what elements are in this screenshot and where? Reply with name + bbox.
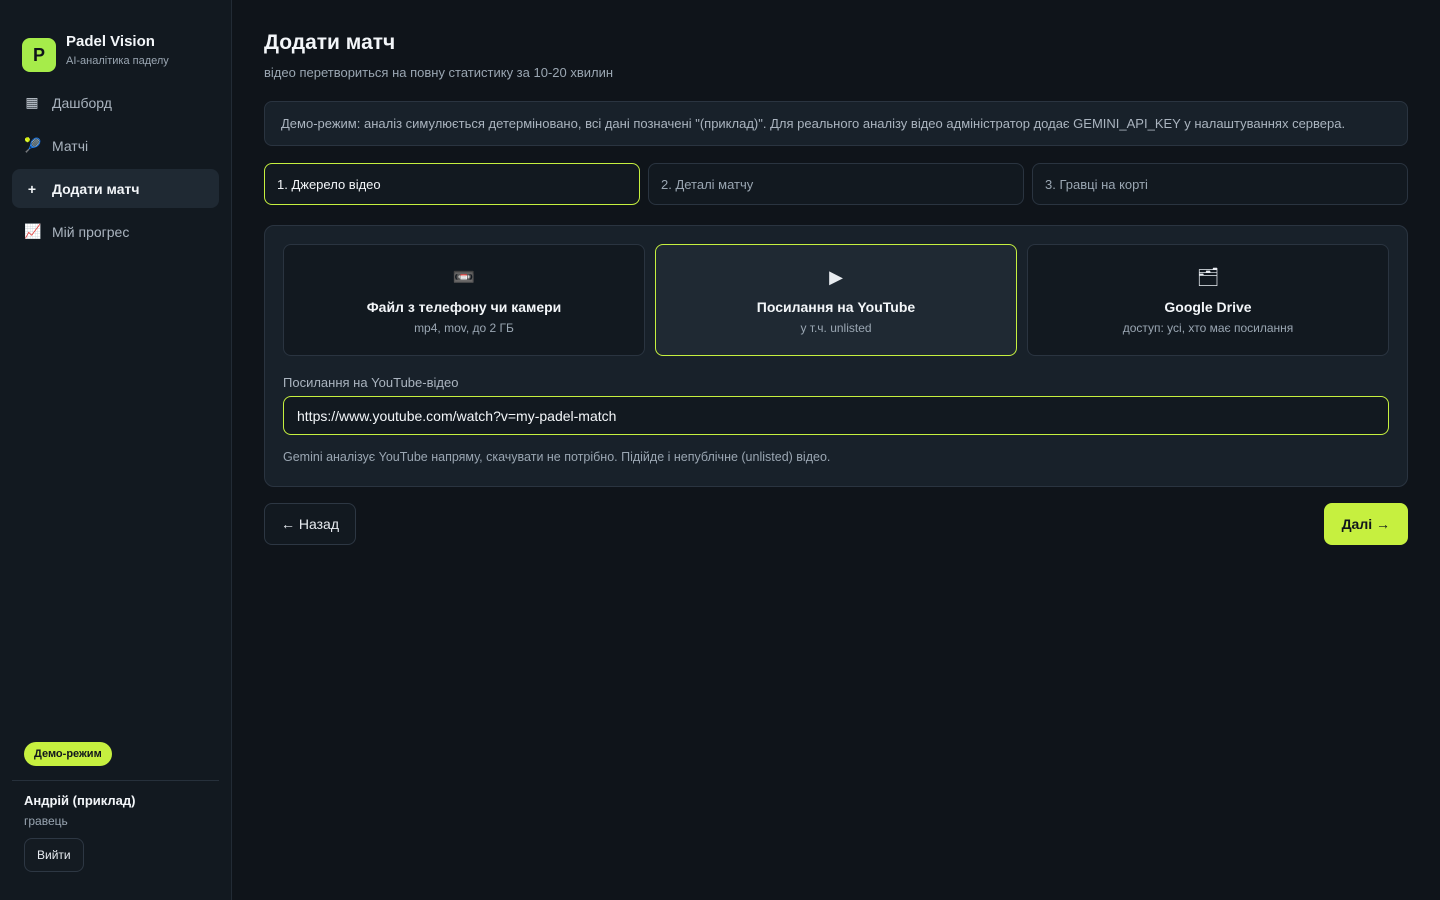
- step-match-details[interactable]: 2. Деталі матчу: [648, 163, 1024, 205]
- step-players-on-court[interactable]: 3. Гравці на корті: [1032, 163, 1408, 205]
- source-option-file[interactable]: 📼 Файл з телефону чи камери mp4, mov, до…: [283, 244, 645, 356]
- sidebar-item-label: Матчі: [52, 137, 89, 154]
- wizard-steps: 1. Джерело відео 2. Деталі матчу 3. Грав…: [264, 163, 1408, 205]
- source-option-desc: доступ: усі, хто має посилання: [1122, 321, 1294, 335]
- demo-mode-badge: Демо-режим: [24, 742, 112, 766]
- videocassette-icon: 📼: [452, 267, 476, 287]
- tennis-racket-icon: 🎾: [24, 137, 42, 153]
- sidebar-item-label: Додати матч: [52, 180, 140, 197]
- source-option-desc: у т.ч. unlisted: [800, 321, 872, 335]
- sidebar-item-add-match[interactable]: + Додати матч: [12, 169, 219, 208]
- back-button[interactable]: ← Назад: [264, 503, 357, 545]
- video-source-card: 📼 Файл з телефону чи камери mp4, mov, до…: [264, 225, 1408, 487]
- brand-name: Padel Vision: [66, 33, 155, 50]
- youtube-url-label: Посилання на YouTube-відео: [283, 375, 459, 390]
- sidebar-item-label: Дашборд: [52, 94, 112, 111]
- play-icon: ▶: [829, 267, 843, 287]
- sidebar-nav: ▦ Дашборд 🎾 Матчі + Додати матч 📈 Мій пр…: [12, 83, 219, 251]
- source-option-title: Google Drive: [1164, 299, 1252, 315]
- brand-subtitle: AI-аналітика паделу: [66, 55, 169, 67]
- sidebar: P Padel Vision AI-аналітика паделу ▦ Даш…: [0, 0, 232, 900]
- youtube-url-hint: Gemini аналізує YouTube напряму, скачува…: [283, 450, 831, 464]
- source-option-title: Посилання на YouTube: [756, 299, 916, 315]
- next-button[interactable]: Далі →: [1323, 503, 1408, 545]
- app-root: P Padel Vision AI-аналітика паделу ▦ Даш…: [0, 0, 1440, 900]
- plus-icon: +: [27, 180, 37, 197]
- sidebar-footer: Демо-режим Андрій (приклад) гравець Вийт…: [12, 742, 219, 872]
- youtube-url-input[interactable]: [283, 396, 1389, 435]
- user-role: гравець: [24, 814, 68, 828]
- source-option-youtube[interactable]: ▶ Посилання на YouTube у т.ч. unlisted: [655, 244, 1017, 356]
- wizard-actions: ← Назад Далі →: [264, 503, 1408, 545]
- sidebar-item-my-progress[interactable]: 📈 Мій прогрес: [12, 212, 219, 251]
- sidebar-item-dashboard[interactable]: ▦ Дашборд: [12, 83, 219, 122]
- dashboard-grid-icon: ▦: [25, 94, 39, 110]
- page-title: Додати матч: [264, 31, 396, 54]
- source-option-google-drive[interactable]: 🗂 Google Drive доступ: усі, хто має поси…: [1027, 244, 1389, 356]
- logout-button[interactable]: Вийти: [24, 838, 84, 872]
- step-video-source[interactable]: 1. Джерело відео: [264, 163, 640, 205]
- chart-up-icon: 📈: [24, 223, 42, 239]
- sidebar-item-label: Мій прогрес: [52, 223, 130, 240]
- folder-icon: 🗂: [1196, 267, 1220, 287]
- user-name: Андрій (приклад): [24, 793, 136, 808]
- page-subtitle: відео перетвориться на повну статистику …: [264, 65, 614, 80]
- brand-logo: P: [22, 38, 56, 72]
- brand-text: Padel Vision AI-аналітика паделу: [66, 33, 169, 67]
- source-option-title: Файл з телефону чи камери: [366, 299, 562, 315]
- sidebar-item-matches[interactable]: 🎾 Матчі: [12, 126, 219, 165]
- brand: P Padel Vision AI-аналітика паделу: [12, 0, 219, 83]
- source-options: 📼 Файл з телефону чи камери mp4, mov, до…: [283, 244, 1389, 356]
- demo-notice: Демо-режим: аналіз симулюється детерміно…: [264, 101, 1408, 146]
- main-content: Додати матч відео перетвориться на повну…: [232, 0, 1440, 900]
- source-option-desc: mp4, mov, до 2 ГБ: [414, 321, 514, 335]
- user-block: Андрій (приклад) гравець Вийти: [12, 781, 219, 872]
